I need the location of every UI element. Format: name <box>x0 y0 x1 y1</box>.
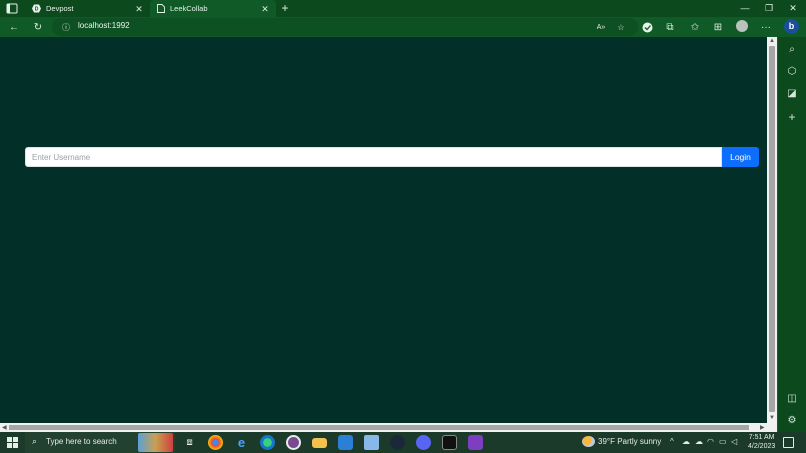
browser-window: D Devpost ✕ LeekCollab ✕ + — ❐ ✕ ← ↻ ⓘ l… <box>0 0 806 432</box>
windows-start-icon[interactable] <box>7 437 18 448</box>
add-sidebar-app-icon[interactable]: + <box>785 110 799 124</box>
scroll-left-icon[interactable]: ◀ <box>2 424 7 431</box>
username-input[interactable] <box>25 147 722 167</box>
toolbar: ← ↻ ⓘ localhost:1992 A» ☆ ⧉ ✩ ⊞ ··· b <box>0 17 806 37</box>
page-content: Login <box>0 37 767 423</box>
new-tab-icon[interactable]: + <box>279 2 291 14</box>
restore-icon[interactable]: ❐ <box>762 2 776 14</box>
more-menu-icon[interactable]: ··· <box>759 20 773 34</box>
terminal-icon[interactable] <box>442 435 457 450</box>
bing-chat-icon[interactable]: b <box>784 19 799 34</box>
url-text: localhost:1992 <box>78 21 130 30</box>
extensions-icon[interactable]: ⧉ <box>663 20 677 34</box>
internet-explorer-icon[interactable]: e <box>234 435 249 450</box>
windows-taskbar: ⌕ Type here to search ⧈ e 39°F Partly su… <box>0 432 806 453</box>
search-highlight-icon <box>138 433 173 452</box>
visual-studio-icon[interactable] <box>468 435 483 450</box>
tab-title: LeekCollab <box>170 4 208 13</box>
edge-icon[interactable] <box>260 435 275 450</box>
search-magnifier-icon: ⌕ <box>32 436 38 446</box>
scroll-down-icon[interactable]: ▼ <box>769 415 775 421</box>
onedrive-icon[interactable]: ☁ <box>682 437 690 446</box>
chrome-icon[interactable] <box>208 435 223 450</box>
file-explorer-icon[interactable] <box>312 438 327 448</box>
discord-icon[interactable] <box>416 435 431 450</box>
battery-icon[interactable]: ▭ <box>719 437 727 446</box>
favorites-icon[interactable]: ✩ <box>688 20 702 34</box>
notification-center-icon[interactable] <box>783 437 794 448</box>
tab-title: Devpost <box>46 4 74 13</box>
horizontal-scrollbar[interactable]: ◀ ▶ <box>0 423 777 432</box>
clock-date: 4/2/2023 <box>748 443 776 450</box>
tab-actions-icon[interactable] <box>6 3 18 14</box>
task-view-icon[interactable]: ⧈ <box>182 435 197 450</box>
scroll-up-icon[interactable]: ▲ <box>769 38 775 44</box>
obs-icon[interactable] <box>286 435 301 450</box>
extension-check-icon[interactable] <box>640 20 654 34</box>
back-icon[interactable]: ← <box>7 20 21 34</box>
scroll-right-icon[interactable]: ▶ <box>760 424 765 431</box>
system-clock[interactable]: 7:51 AM 4/2/2023 <box>748 433 775 451</box>
hide-sidebar-icon[interactable]: ◫ <box>785 391 799 405</box>
tab-leekcollab[interactable]: LeekCollab ✕ <box>150 0 276 17</box>
search-placeholder: Type here to search <box>46 437 117 446</box>
login-button[interactable]: Login <box>722 147 759 167</box>
read-aloud-icon[interactable]: A» <box>594 20 608 34</box>
weather-text[interactable]: 39°F Partly sunny <box>598 437 661 446</box>
collections-icon[interactable]: ⊞ <box>711 20 725 34</box>
vertical-scrollbar[interactable]: ▲ ▼ <box>767 37 777 423</box>
notes-icon[interactable] <box>364 435 379 450</box>
close-window-icon[interactable]: ✕ <box>786 2 800 14</box>
network-icon[interactable]: ◠ <box>707 437 714 446</box>
steam-icon[interactable] <box>390 435 405 450</box>
show-hidden-icons[interactable]: ^ <box>670 437 674 446</box>
onedrive-personal-icon[interactable]: ☁ <box>695 437 703 446</box>
refresh-icon[interactable]: ↻ <box>31 20 45 34</box>
devpost-icon: D <box>32 4 41 13</box>
vertical-scroll-thumb[interactable] <box>769 46 775 412</box>
outlook-icon[interactable]: ◪ <box>785 86 799 100</box>
weather-icon[interactable] <box>582 436 595 447</box>
mail-icon[interactable] <box>338 435 353 450</box>
address-bar[interactable]: ⓘ localhost:1992 A» ☆ <box>52 18 638 36</box>
close-tab-icon[interactable]: ✕ <box>134 4 144 14</box>
edge-sidebar: ⌕ ⬡ ◪ + ◫ ⚙ <box>777 37 806 432</box>
shopping-icon[interactable]: ⬡ <box>785 64 799 78</box>
settings-icon[interactable]: ⚙ <box>785 413 799 427</box>
page-icon <box>156 4 165 13</box>
search-icon[interactable]: ⌕ <box>785 42 799 56</box>
volume-icon[interactable]: ◁ <box>731 437 737 446</box>
profile-avatar[interactable] <box>736 20 748 32</box>
horizontal-scroll-thumb[interactable] <box>9 425 749 430</box>
info-icon[interactable]: ⓘ <box>59 20 73 34</box>
taskbar-search[interactable]: ⌕ Type here to search <box>25 432 175 453</box>
close-tab-icon[interactable]: ✕ <box>260 4 270 14</box>
tab-devpost[interactable]: D Devpost ✕ <box>26 0 150 17</box>
clock-time: 7:51 AM <box>748 434 775 441</box>
minimize-icon[interactable]: — <box>738 2 752 14</box>
svg-text:D: D <box>35 7 39 13</box>
add-favorite-icon[interactable]: ☆ <box>614 20 628 34</box>
tab-strip: D Devpost ✕ LeekCollab ✕ + — ❐ ✕ <box>0 0 806 17</box>
